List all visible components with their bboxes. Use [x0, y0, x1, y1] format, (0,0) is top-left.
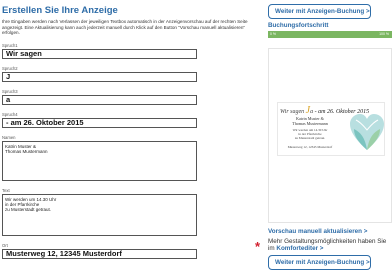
spruch4-input[interactable]: - am 26. Oktober 2015 [2, 117, 197, 128]
preview-text: Wir werden um 14.30 Uhr in der Pfarrkirc… [292, 128, 328, 140]
ad-preview-frame: Wir sagen Ja - am 26. Oktober 2015 Katri… [268, 48, 392, 223]
preview-spruch1: Wir sagen [280, 109, 305, 115]
booking-progress-bar: 0 % 100 % [268, 31, 392, 38]
spruch2-label: Spruch2 [2, 65, 18, 71]
page-title: Erstellen Sie Ihre Anzeige [2, 5, 118, 16]
namen-label: Namen [2, 134, 16, 140]
preview-spruch3: a [310, 109, 314, 115]
spruch3-input[interactable]: a [2, 94, 197, 105]
namen-textarea[interactable]: Katrin Muster & Thomas Mustermann [2, 140, 197, 181]
spruch3-label: Spruch3 [2, 88, 18, 94]
spruch1-label: Spruch1 [2, 42, 18, 48]
continue-booking-button-bottom[interactable]: Weiter mit Anzeigen-Buchung > [268, 255, 371, 270]
ad-editor-panel: Erstellen Sie Ihre Anzeige Ihre Eingaben… [2, 0, 252, 259]
heart-graphic-icon [350, 114, 384, 150]
preview-address: Musterweg 12, 12345 Musterdorf [287, 145, 333, 149]
ort-input[interactable]: Musterweg 12, 12345 Musterdorf [2, 248, 197, 259]
text-textarea[interactable]: Wir werden um 14.30 Uhr in der Pfarrkirc… [2, 193, 197, 236]
intro-text: Ihre Eingaben werden nach Verlassen der … [2, 19, 248, 36]
refresh-preview-link[interactable]: Vorschau manuell aktualisieren > [268, 228, 367, 235]
progress-title: Buchungsfortschritt [268, 22, 329, 29]
preview-names: Katrin Muster & Thomas Mustermann [292, 116, 328, 127]
ad-preview-card: Wir sagen Ja - am 26. Oktober 2015 Katri… [277, 102, 385, 156]
progress-end-label: 100 % [379, 32, 389, 36]
ort-label: Ort [2, 242, 8, 248]
spruch2-input[interactable]: J [2, 71, 197, 82]
more-options-text: Mehr Gestaltungsmöglichkeiten haben Sie … [268, 238, 392, 252]
continue-booking-button-top[interactable]: Weiter mit Anzeigen-Buchung > [268, 4, 371, 19]
text-label: Text [2, 187, 10, 193]
required-asterisk: * [255, 239, 261, 254]
spruch1-input[interactable]: Wir sagen [2, 48, 197, 59]
spruch4-label: Spruch4 [2, 111, 18, 117]
progress-start-label: 0 % [270, 32, 277, 36]
comfort-editor-link[interactable]: Komfortediter > [276, 245, 323, 252]
